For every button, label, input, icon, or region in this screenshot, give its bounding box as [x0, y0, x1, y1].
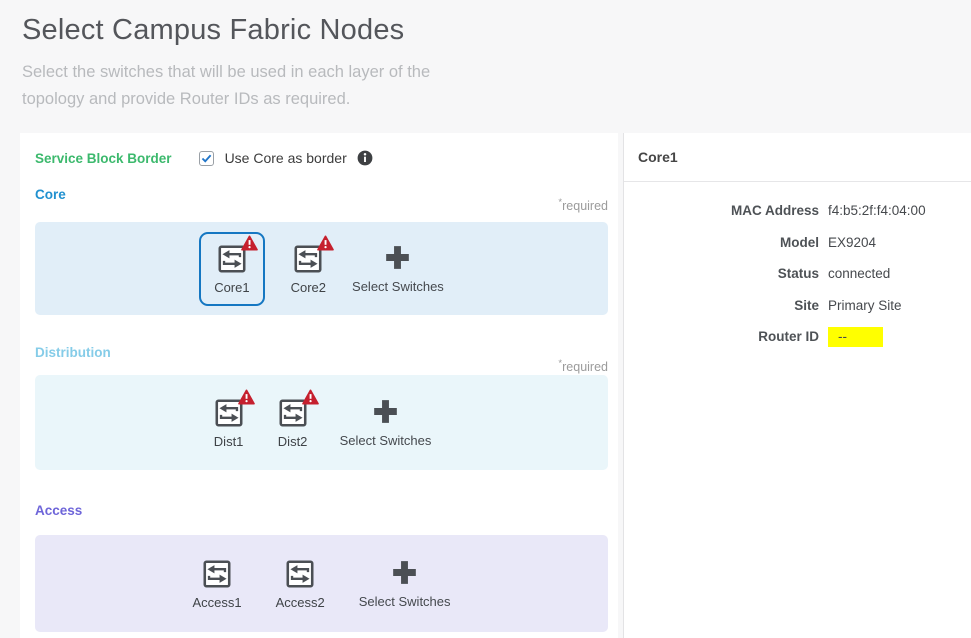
node-details-panel: Core1 MAC Address f4:b5:2f:f4:04:00 Mode…	[623, 133, 971, 638]
checkmark-icon	[201, 154, 212, 163]
detail-value: f4:b5:2f:f4:04:00	[828, 203, 926, 218]
detail-row-mac-address: MAC Address f4:b5:2f:f4:04:00	[624, 195, 971, 227]
plus-icon	[390, 558, 419, 592]
distribution-node-box: Dist1 Dist2	[35, 375, 608, 470]
node-access1[interactable]: Access1	[192, 557, 241, 610]
switch-icon	[291, 242, 325, 276]
switch-icon	[215, 242, 249, 276]
required-label-distribution: *required	[558, 358, 608, 374]
warning-icon	[317, 235, 334, 251]
detail-row-model: Model EX9204	[624, 227, 971, 259]
node-dist1[interactable]: Dist1	[212, 396, 246, 449]
select-switches-button-distribution[interactable]: Select Switches	[340, 397, 432, 448]
select-switches-label: Select Switches	[359, 594, 451, 609]
section-label-core: Core	[35, 187, 66, 202]
detail-row-status: Status connected	[624, 258, 971, 290]
detail-value: connected	[828, 266, 890, 281]
use-core-as-border-checkbox[interactable]	[199, 151, 214, 166]
node-label: Dist2	[278, 434, 308, 449]
node-label: Core2	[291, 280, 326, 295]
access-node-box: Access1 Access2 Select Switches	[35, 535, 608, 632]
plus-icon	[383, 243, 412, 277]
page-header: Select Campus Fabric Nodes Select the sw…	[22, 14, 582, 112]
detail-row-site: Site Primary Site	[624, 290, 971, 322]
core-node-box: Core1 Core2	[35, 222, 608, 315]
switch-icon	[212, 396, 246, 430]
node-core2[interactable]: Core2	[291, 242, 326, 295]
node-label: Access2	[276, 595, 325, 610]
plus-icon	[371, 397, 400, 431]
fabric-nodes-panel: Service Block Border Use Core as border …	[20, 133, 618, 638]
page-subtitle: Select the switches that will be used in…	[22, 59, 480, 112]
node-label: Core1	[214, 280, 249, 295]
details-rows: MAC Address f4:b5:2f:f4:04:00 Model EX92…	[624, 182, 971, 353]
details-title: Core1	[624, 133, 971, 182]
select-switches-button-core[interactable]: Select Switches	[352, 243, 444, 294]
detail-value: EX9204	[828, 235, 876, 250]
switch-icon	[200, 557, 234, 591]
section-label-access: Access	[35, 503, 82, 518]
use-core-as-border-label: Use Core as border	[225, 150, 347, 166]
node-core1[interactable]: Core1	[199, 232, 264, 306]
page-title: Select Campus Fabric Nodes	[22, 14, 582, 47]
service-block-border-row: Service Block Border Use Core as border	[35, 150, 373, 166]
service-block-border-label: Service Block Border	[35, 151, 172, 166]
warning-icon	[302, 389, 319, 405]
detail-label: Router ID	[624, 329, 819, 344]
warning-icon	[238, 389, 255, 405]
router-id-highlighted-value[interactable]: --	[828, 327, 883, 347]
select-switches-button-access[interactable]: Select Switches	[359, 558, 451, 609]
info-icon[interactable]	[357, 150, 373, 166]
node-access2[interactable]: Access2	[276, 557, 325, 610]
detail-label: Status	[624, 266, 819, 281]
select-switches-label: Select Switches	[340, 433, 432, 448]
select-switches-label: Select Switches	[352, 279, 444, 294]
section-label-distribution: Distribution	[35, 345, 111, 360]
detail-label: MAC Address	[624, 203, 819, 218]
detail-label: Site	[624, 298, 819, 313]
detail-label: Model	[624, 235, 819, 250]
warning-icon	[241, 235, 258, 251]
node-dist2[interactable]: Dist2	[276, 396, 310, 449]
switch-icon	[283, 557, 317, 591]
detail-value: Primary Site	[828, 298, 902, 313]
switch-icon	[276, 396, 310, 430]
node-label: Access1	[192, 595, 241, 610]
required-label-core: *required	[558, 197, 608, 213]
node-label: Dist1	[214, 434, 244, 449]
detail-row-router-id: Router ID --	[624, 321, 971, 353]
